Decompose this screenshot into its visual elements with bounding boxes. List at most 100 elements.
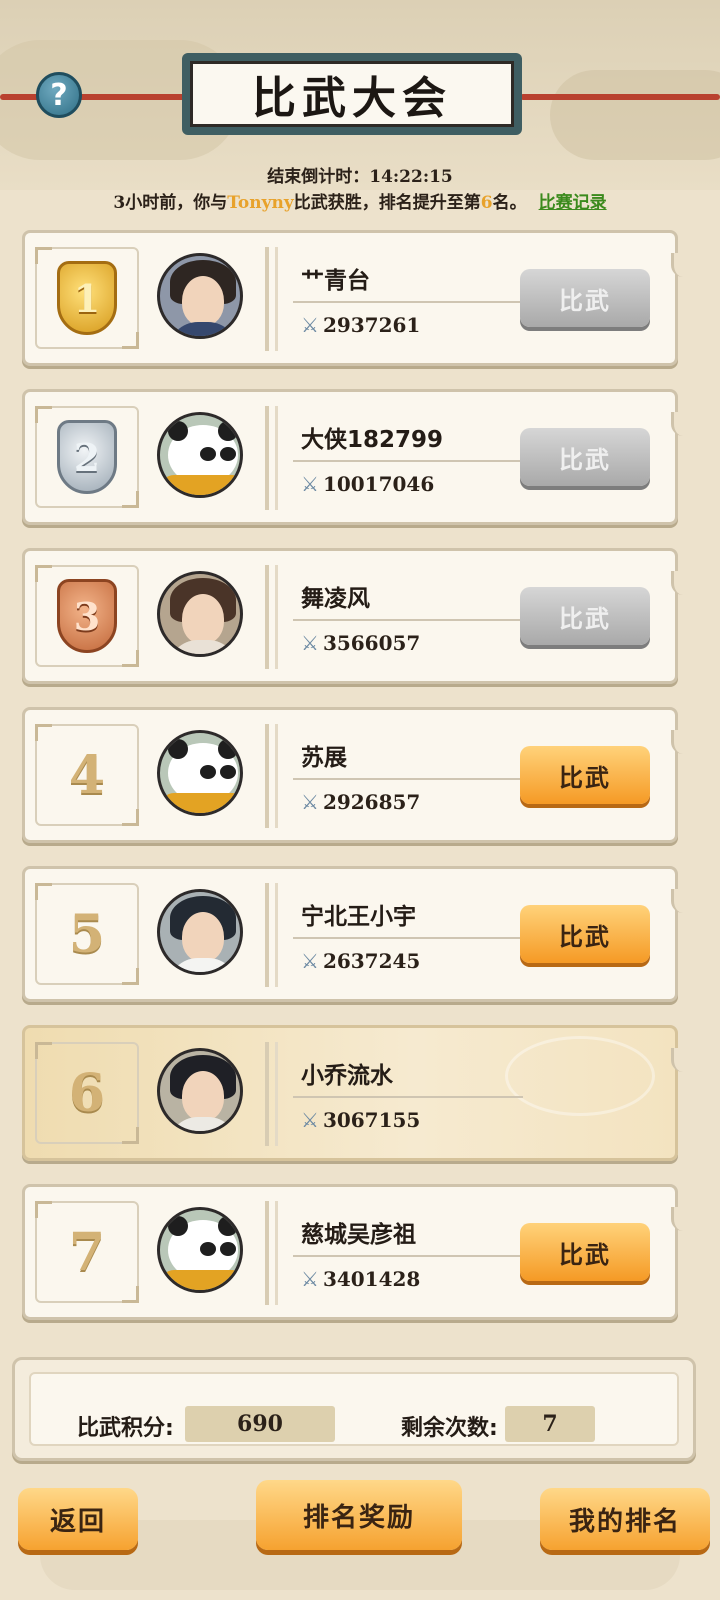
challenge-button[interactable]: 比武 (520, 587, 650, 645)
power-value: 2637245 (322, 949, 421, 973)
divider (293, 1096, 523, 1098)
challenge-button[interactable]: 比武 (520, 905, 650, 963)
panda-ear (218, 739, 238, 759)
notice-middle: 比武获胜，排名提升至第 (293, 193, 481, 213)
crossed-swords-icon: ⚔ (301, 790, 319, 814)
match-record-link[interactable]: 比赛记录 (539, 193, 607, 213)
panda-ear (168, 1216, 188, 1236)
ranking-row: 2 大侠182799 ⚔ 10017046 比武 (22, 389, 685, 525)
avatar-body (168, 322, 238, 336)
panda-ear (218, 1216, 238, 1236)
page-title: 比武大会 (190, 61, 514, 127)
avatar (157, 1048, 243, 1134)
challenge-button[interactable]: 比武 (520, 746, 650, 804)
stats-panel: 比武积分: 690 剩余次数: 7 (29, 1372, 679, 1446)
avatar (157, 253, 243, 339)
countdown-label: 结束倒计时： (267, 167, 370, 187)
panda-ear (218, 421, 238, 441)
gold-medal-icon: 1 (57, 261, 117, 335)
power-value: 2926857 (322, 790, 421, 814)
question-icon: ? (50, 77, 68, 113)
card-notch (671, 1048, 685, 1072)
card-notch (671, 1207, 685, 1231)
points-label: 比武积分: (77, 1416, 174, 1441)
crossed-swords-icon: ⚔ (301, 313, 319, 337)
card-notch (671, 412, 685, 436)
avatar-face (182, 912, 224, 962)
countdown-value: 14:22:15 (369, 167, 453, 187)
panda-eye (200, 447, 216, 461)
notice-player: Tonyny (227, 193, 294, 213)
avatar-face (182, 1071, 224, 1121)
my-rank-button[interactable]: 我的排名 (540, 1488, 710, 1550)
panda-eye (220, 765, 236, 779)
player-name: 舞凌风 (301, 586, 370, 612)
avatar (157, 730, 243, 816)
combat-power: ⚔ 2937261 (301, 313, 420, 337)
player-name: 苏展 (301, 745, 347, 771)
rank-number: 4 (68, 744, 106, 806)
rope-decoration (0, 94, 190, 100)
divider (293, 460, 523, 462)
card-notch (671, 571, 685, 595)
rope-decoration (520, 94, 720, 100)
avatar-face (182, 594, 224, 644)
combat-power: ⚔ 3566057 (301, 631, 420, 655)
rank-number: 6 (68, 1062, 106, 1124)
rank-box: 4 (35, 724, 139, 826)
ranking-row: 4 苏展 ⚔ 2926857 比武 (22, 707, 685, 843)
divider (293, 1255, 523, 1257)
help-button[interactable]: ? (36, 72, 82, 118)
power-value: 3566057 (322, 631, 421, 655)
challenge-button[interactable]: 比武 (520, 428, 650, 486)
rank-box: 2 (35, 406, 139, 508)
combat-power: ⚔ 2637245 (301, 949, 420, 973)
avatar (157, 1207, 243, 1293)
crossed-swords-icon: ⚔ (301, 631, 319, 655)
crossed-swords-icon: ⚔ (301, 949, 319, 973)
remaining-label: 剩余次数: (401, 1416, 498, 1441)
avatar (157, 571, 243, 657)
rank-rewards-button[interactable]: 排名奖励 (256, 1480, 462, 1550)
crossed-swords-icon: ⚔ (301, 1267, 319, 1291)
player-info: 小乔流水 ⚔ 3067155 (265, 1042, 655, 1146)
panda-eye (200, 1242, 216, 1256)
panda-eye (200, 765, 216, 779)
card-notch (671, 253, 685, 277)
divider (293, 778, 523, 780)
ranking-row: 1 艹青台 ⚔ 2937261 比武 (22, 230, 685, 366)
rank-number: 7 (68, 1221, 106, 1283)
player-name: 艹青台 (301, 268, 370, 294)
ranking-row-self: 6 小乔流水 ⚔ 3067155 (22, 1025, 685, 1161)
notice-prefix: 3小时前，你与 (113, 193, 228, 213)
rank-box: 5 (35, 883, 139, 985)
panda-eye (220, 1242, 236, 1256)
title-banner: 比武大会 (182, 53, 522, 135)
rank-box: 3 (35, 565, 139, 667)
combat-power: ⚔ 3067155 (301, 1108, 420, 1132)
avatar (157, 412, 243, 498)
challenge-button[interactable]: 比武 (520, 269, 650, 327)
ranking-row: 5 宁北王小宇 ⚔ 2637245 比武 (22, 866, 685, 1002)
notice-suffix: 名。 (492, 193, 527, 213)
divider (293, 937, 523, 939)
remaining-value: 7 (505, 1406, 595, 1442)
player-name: 小乔流水 (301, 1063, 393, 1089)
panda-scarf (160, 793, 240, 813)
rank-number: 3 (73, 593, 101, 639)
avatar-body (168, 1117, 238, 1131)
challenge-button[interactable]: 比武 (520, 1223, 650, 1281)
avatar-body (168, 640, 238, 654)
panda-scarf (160, 475, 240, 495)
back-button[interactable]: 返回 (18, 1488, 138, 1550)
ranking-row: 7 慈城吴彦祖 ⚔ 3401428 比武 (22, 1184, 685, 1320)
bronze-medal-icon: 3 (57, 579, 117, 653)
panda-scarf (160, 1270, 240, 1290)
rank-box: 6 (35, 1042, 139, 1144)
avatar (157, 889, 243, 975)
ranking-row: 3 舞凌风 ⚔ 3566057 比武 (22, 548, 685, 684)
panda-eye (220, 447, 236, 461)
avatar-body (168, 958, 238, 972)
cloud-decoration (550, 70, 720, 160)
power-value: 2937261 (322, 313, 421, 337)
